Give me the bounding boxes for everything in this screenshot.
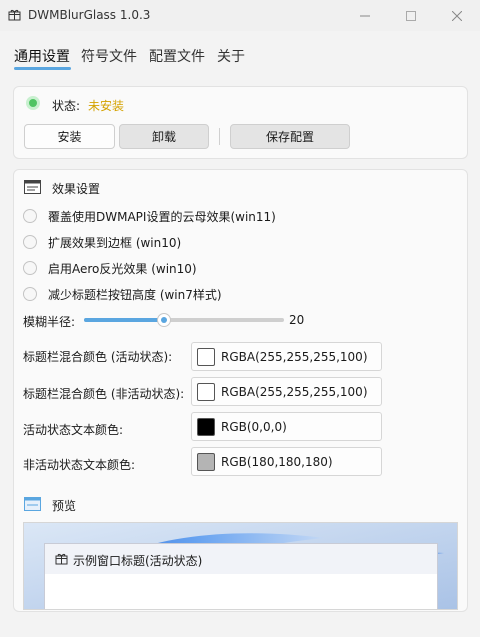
color-value: RGB(0,0,0) bbox=[221, 420, 287, 434]
preview-window: 示例窗口标题(活动状态) bbox=[44, 543, 438, 609]
tab-symbols[interactable]: 符号文件 bbox=[81, 46, 137, 66]
color-swatch[interactable] bbox=[197, 418, 215, 436]
option-reduce-titlebar-radio[interactable] bbox=[23, 287, 37, 301]
option-label: 覆盖使用DWMAPI设置的云母效果(win11) bbox=[48, 210, 276, 224]
preview-title: 预览 bbox=[52, 499, 77, 513]
minimize-button[interactable] bbox=[342, 0, 388, 31]
color-label: 标题栏混合颜色 (非活动状态): bbox=[23, 387, 185, 401]
option-label: 启用Aero反光效果 (win10) bbox=[48, 262, 197, 276]
preview-window-title: 示例窗口标题(活动状态) bbox=[73, 554, 203, 568]
tab-general[interactable]: 通用设置 bbox=[14, 46, 70, 66]
option-label: 扩展效果到边框 (win10) bbox=[48, 236, 182, 250]
color-value: RGBA(255,255,255,100) bbox=[221, 385, 368, 399]
option-mica-override-radio[interactable] bbox=[23, 209, 37, 223]
title-bar[interactable]: DWMBlurGlass 1.0.3 bbox=[0, 0, 480, 31]
option-label: 减少标题栏按钮高度 (win7样式) bbox=[48, 288, 222, 302]
color-value: RGB(180,180,180) bbox=[221, 455, 333, 469]
slider-fill bbox=[84, 318, 164, 322]
status-indicator-icon bbox=[26, 96, 40, 110]
uninstall-button[interactable]: 卸载 bbox=[119, 124, 209, 149]
close-button[interactable] bbox=[434, 0, 480, 31]
status-card: 状态: 未安装 安装 卸载 保存配置 bbox=[13, 86, 468, 159]
blur-radius-slider[interactable] bbox=[84, 313, 284, 327]
window-settings-icon bbox=[24, 180, 41, 194]
effects-card: 效果设置 覆盖使用DWMAPI设置的云母效果(win11) 扩展效果到边框 (w… bbox=[13, 169, 468, 612]
active-tab-indicator bbox=[14, 67, 71, 70]
window-title: DWMBlurGlass 1.0.3 bbox=[28, 8, 151, 22]
color-swatch[interactable] bbox=[197, 348, 215, 366]
gift-icon bbox=[55, 553, 68, 565]
preview-window-icon bbox=[24, 497, 41, 511]
option-extend-border-radio[interactable] bbox=[23, 235, 37, 249]
install-button[interactable]: 安装 bbox=[24, 124, 115, 149]
active-text-color-field[interactable]: RGB(0,0,0) bbox=[191, 412, 382, 441]
color-label: 非活动状态文本颜色: bbox=[23, 458, 136, 472]
inactive-titlebar-color-field[interactable]: RGBA(255,255,255,100) bbox=[191, 377, 382, 406]
slider-thumb[interactable] bbox=[157, 313, 171, 327]
effects-title: 效果设置 bbox=[52, 182, 101, 196]
status-value: 未安装 bbox=[88, 99, 125, 113]
color-label: 活动状态文本颜色: bbox=[23, 423, 124, 437]
minimize-icon bbox=[360, 15, 370, 16]
maximize-button[interactable] bbox=[388, 0, 434, 31]
preview-area: 示例窗口标题(活动状态) bbox=[23, 522, 458, 610]
inactive-text-color-field[interactable]: RGB(180,180,180) bbox=[191, 447, 382, 476]
maximize-icon bbox=[406, 10, 416, 21]
button-divider bbox=[219, 128, 220, 145]
save-config-button[interactable]: 保存配置 bbox=[230, 124, 350, 149]
color-label: 标题栏混合颜色 (活动状态): bbox=[23, 350, 173, 364]
option-aero-reflection-radio[interactable] bbox=[23, 261, 37, 275]
color-swatch[interactable] bbox=[197, 453, 215, 471]
color-swatch[interactable] bbox=[197, 383, 215, 401]
blur-radius-value: 20 bbox=[289, 313, 305, 327]
status-label: 状态: bbox=[52, 99, 81, 113]
close-icon bbox=[452, 10, 462, 21]
tab-about[interactable]: 关于 bbox=[217, 46, 245, 66]
color-value: RGBA(255,255,255,100) bbox=[221, 350, 368, 364]
tab-config[interactable]: 配置文件 bbox=[149, 46, 205, 66]
blur-radius-label: 模糊半径: bbox=[23, 315, 76, 329]
active-titlebar-color-field[interactable]: RGBA(255,255,255,100) bbox=[191, 342, 382, 371]
preview-titlebar: 示例窗口标题(活动状态) bbox=[45, 544, 437, 574]
gift-icon bbox=[8, 9, 21, 21]
